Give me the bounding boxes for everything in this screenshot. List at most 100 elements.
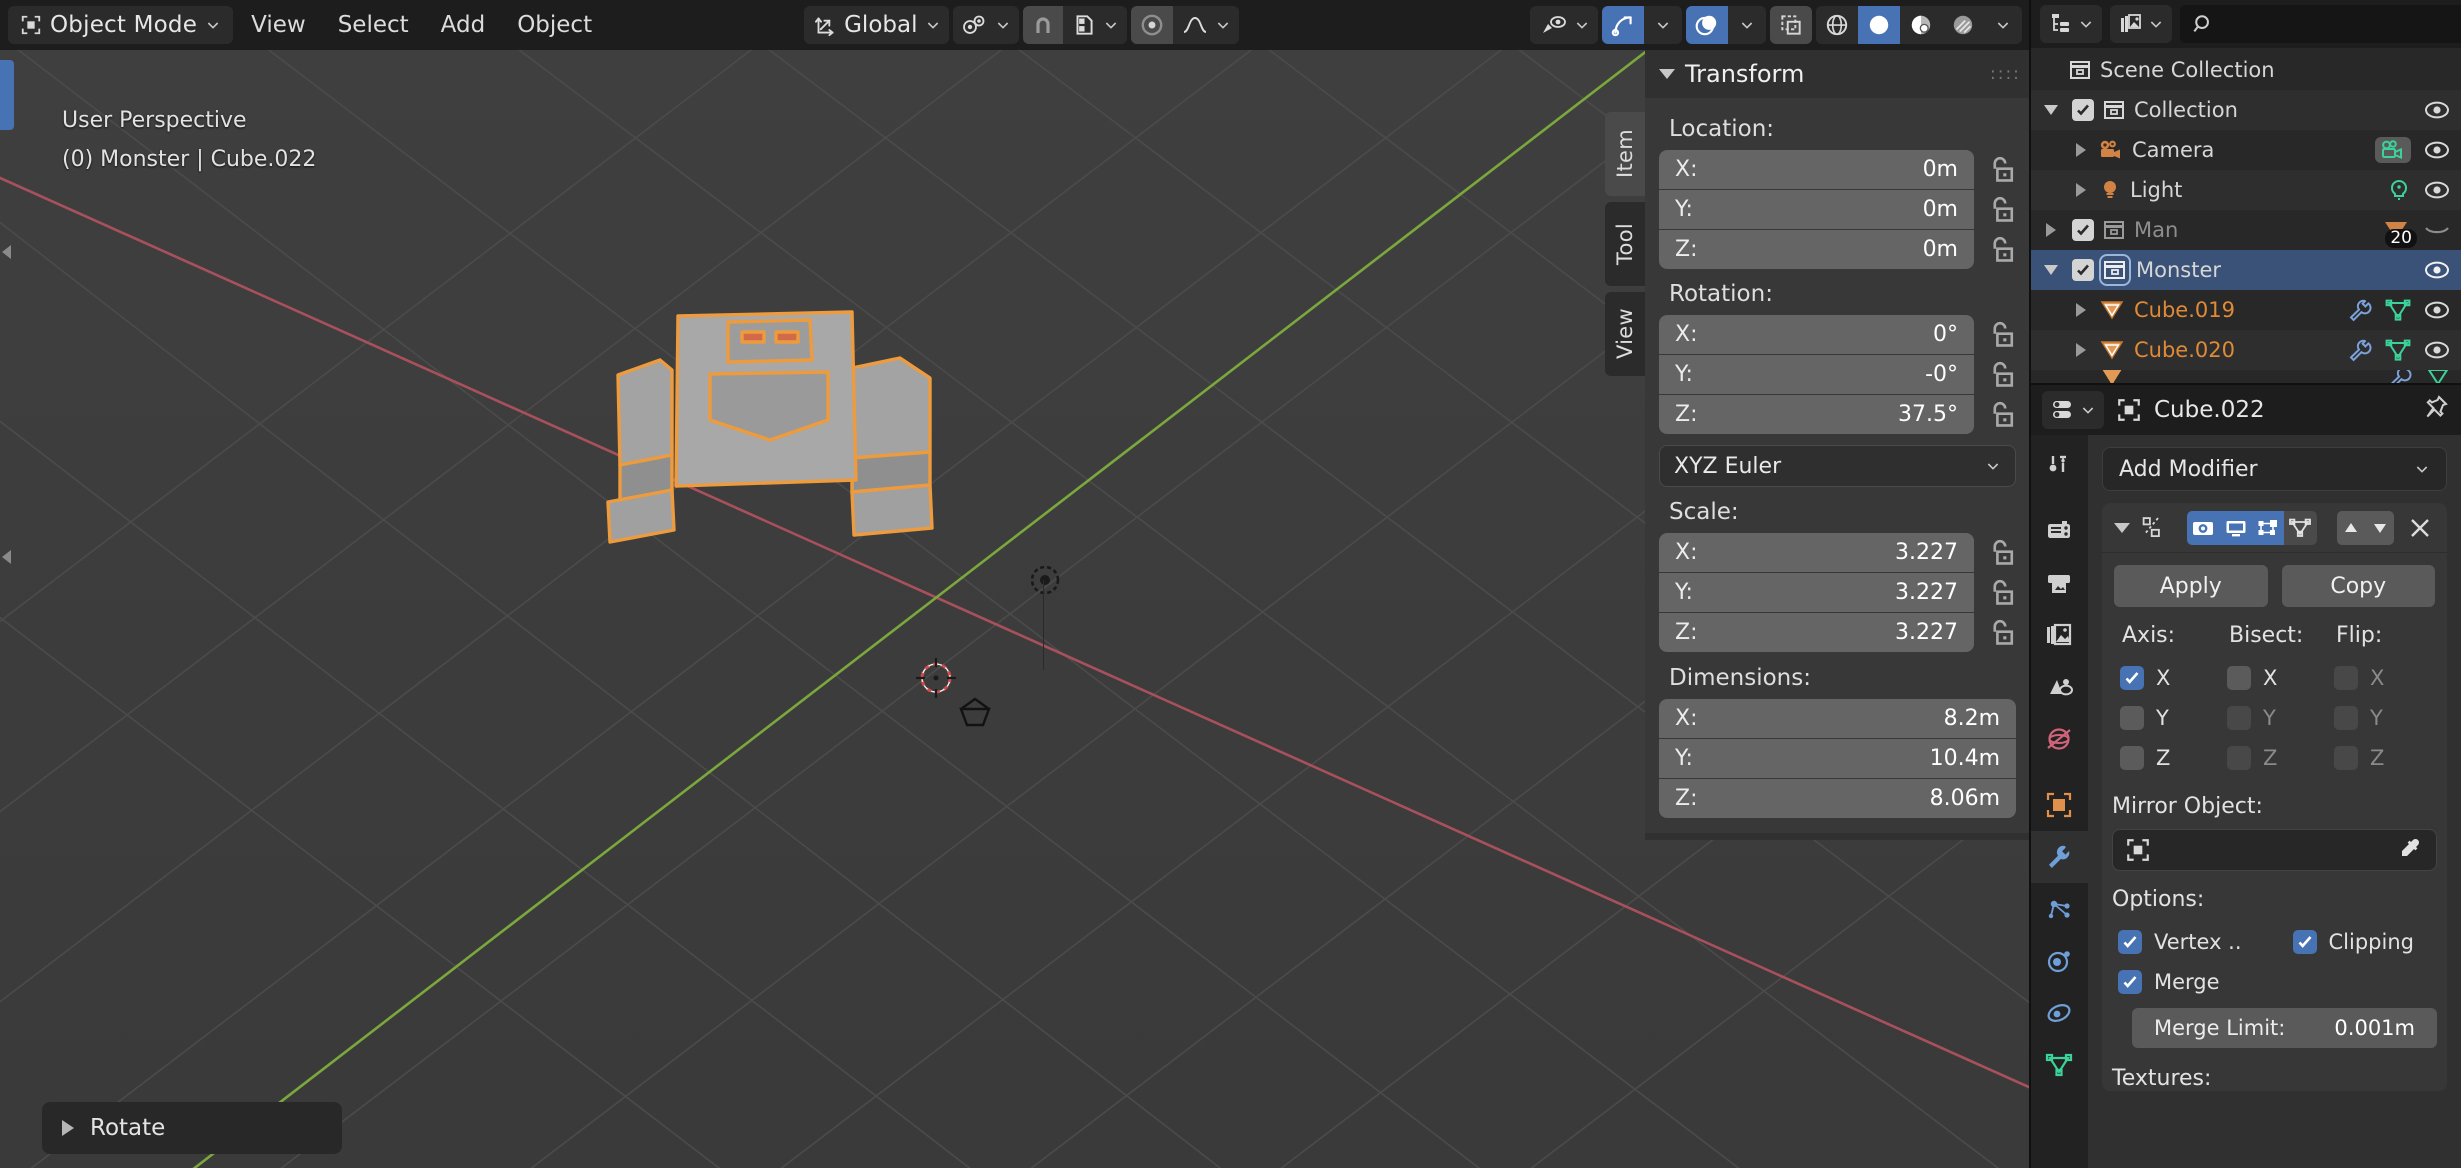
- menu-select[interactable]: Select: [324, 6, 423, 44]
- flip-z-checkbox[interactable]: [2334, 746, 2358, 770]
- collapse-triangle-icon[interactable]: [2114, 522, 2130, 533]
- move-up-button[interactable]: [2336, 510, 2366, 545]
- copy-modifier-button[interactable]: Copy: [2281, 565, 2435, 607]
- modifier-editmode-toggle[interactable]: [2251, 510, 2285, 545]
- outliner-row-collection[interactable]: Collection: [2030, 90, 2461, 130]
- properties-tab-object[interactable]: [2030, 779, 2088, 831]
- lock-icon[interactable]: [1984, 358, 2016, 392]
- menu-add[interactable]: Add: [427, 6, 500, 44]
- eye-icon[interactable]: [2423, 299, 2451, 321]
- eye-icon[interactable]: [2423, 179, 2451, 201]
- properties-tab-scene[interactable]: [2030, 661, 2088, 713]
- outliner-row-cube019[interactable]: Cube.019: [2030, 290, 2461, 330]
- lock-icon[interactable]: [1984, 398, 2016, 432]
- modifier-wrench-icon[interactable]: [2387, 370, 2413, 384]
- eyedropper-icon[interactable]: [2398, 837, 2424, 863]
- shading-rendered-button[interactable]: [1942, 6, 1984, 44]
- object-visibility-group[interactable]: [1530, 6, 1598, 44]
- lock-icon[interactable]: [1984, 536, 2016, 570]
- pivot-point-group[interactable]: [953, 6, 1020, 44]
- location-x-field[interactable]: X: 0m: [1659, 150, 1974, 189]
- disclosure-triangle-icon[interactable]: [2046, 223, 2056, 237]
- eye-icon[interactable]: [2423, 339, 2451, 361]
- mesh-data-icon[interactable]: [2385, 338, 2411, 362]
- clipping-checkbox[interactable]: [2292, 930, 2317, 954]
- merge-limit-field[interactable]: Merge Limit: 0.001m: [2132, 1008, 2437, 1048]
- properties-tab-physics[interactable]: [2030, 935, 2088, 987]
- snapping-group[interactable]: [1023, 6, 1128, 44]
- scale-z-field[interactable]: Z: 3.227: [1659, 613, 1974, 652]
- remove-modifier-button[interactable]: [2404, 511, 2435, 545]
- panel-divider-horizontal[interactable]: [2030, 383, 2461, 385]
- axis-x-checkbox[interactable]: [2120, 666, 2144, 690]
- object-visibility-button[interactable]: [1530, 6, 1598, 44]
- disclosure-triangle-icon[interactable]: [2076, 343, 2086, 357]
- disclosure-triangle-icon[interactable]: [2044, 265, 2058, 275]
- properties-tab-data[interactable]: [2030, 1039, 2088, 1091]
- mesh-object-monster[interactable]: [600, 280, 1000, 580]
- properties-tab-render[interactable]: [2030, 505, 2088, 557]
- proportional-edit-toggle[interactable]: [1131, 6, 1174, 44]
- outliner-row-monster[interactable]: Monster: [2030, 250, 2461, 290]
- collection-checkbox[interactable]: [2072, 259, 2094, 281]
- eye-icon[interactable]: [2423, 259, 2451, 281]
- lock-icon[interactable]: [1984, 233, 2016, 267]
- properties-tab-view-layer[interactable]: [2030, 609, 2088, 661]
- bisect-x-checkbox[interactable]: [2227, 666, 2251, 690]
- camera-data-badge[interactable]: [2375, 137, 2411, 163]
- gizmo-options-button[interactable]: [1644, 6, 1682, 44]
- axis-y-checkbox[interactable]: [2120, 706, 2144, 730]
- pin-button[interactable]: [2421, 394, 2449, 426]
- eye-closed-icon[interactable]: [2423, 219, 2451, 241]
- outliner-row-man[interactable]: Man 20: [2030, 210, 2461, 250]
- outliner-search-input[interactable]: [2224, 12, 2461, 36]
- rotation-y-field[interactable]: Y: -0°: [1659, 355, 1974, 394]
- outliner-row-light[interactable]: Light: [2030, 170, 2461, 210]
- location-z-field[interactable]: Z: 0m: [1659, 230, 1974, 269]
- snap-target-button[interactable]: [1063, 6, 1128, 44]
- bisect-y-checkbox[interactable]: [2227, 706, 2251, 730]
- rotation-x-field[interactable]: X: 0°: [1659, 315, 1974, 354]
- rotation-mode-dropdown[interactable]: XYZ Euler: [1659, 445, 2016, 487]
- properties-tab-particles[interactable]: [2030, 883, 2088, 935]
- transform-orientation-group[interactable]: Global: [804, 6, 950, 44]
- outliner-row-camera[interactable]: Camera: [2030, 130, 2461, 170]
- bisect-z-checkbox[interactable]: [2227, 746, 2251, 770]
- sidebar-tab-tool[interactable]: Tool: [1605, 202, 1645, 286]
- properties-tab-modifiers[interactable]: [2030, 831, 2088, 883]
- toolbar-tab-sliver[interactable]: [0, 60, 14, 130]
- mode-selector[interactable]: Object Mode: [8, 6, 234, 44]
- eye-icon[interactable]: [2423, 99, 2451, 121]
- snap-magnet-toggle[interactable]: [1023, 6, 1064, 44]
- modifier-wrench-icon[interactable]: [2347, 298, 2373, 322]
- axis-z-checkbox[interactable]: [2120, 746, 2144, 770]
- shading-options-button[interactable]: [1984, 6, 2022, 44]
- properties-tab-constraints[interactable]: [2030, 987, 2088, 1039]
- xray-toggle[interactable]: [1770, 6, 1812, 44]
- gizmo-group[interactable]: [1602, 6, 1682, 44]
- pivot-point-button[interactable]: [953, 6, 1020, 44]
- shading-wireframe-button[interactable]: [1816, 6, 1858, 44]
- outliner-filter-button[interactable]: [2110, 5, 2172, 43]
- add-modifier-dropdown[interactable]: Add Modifier: [2102, 447, 2447, 491]
- properties-tab-output[interactable]: [2030, 557, 2088, 609]
- mesh-data-icon[interactable]: [2425, 370, 2451, 384]
- proportional-falloff-button[interactable]: [1173, 6, 1240, 44]
- lock-icon[interactable]: [1984, 193, 2016, 227]
- xray-group[interactable]: [1770, 6, 1812, 44]
- disclosure-triangle-icon[interactable]: [2076, 183, 2086, 197]
- toolbar-expand-arrow[interactable]: [2, 245, 11, 259]
- apply-modifier-button[interactable]: Apply: [2114, 565, 2268, 607]
- modifier-wrench-icon[interactable]: [2347, 338, 2373, 362]
- collection-checkbox[interactable]: [2072, 219, 2094, 241]
- vertex-groups-checkbox[interactable]: [2118, 930, 2142, 954]
- dimensions-x-field[interactable]: X: 8.2m: [1659, 699, 2016, 738]
- gizmo-toggle[interactable]: [1602, 6, 1644, 44]
- rotation-z-field[interactable]: Z: 37.5°: [1659, 395, 1974, 434]
- proportional-edit-group[interactable]: [1131, 6, 1240, 44]
- outliner-search-box[interactable]: [2180, 5, 2461, 43]
- flip-x-checkbox[interactable]: [2334, 666, 2358, 690]
- collection-checkbox[interactable]: [2072, 99, 2094, 121]
- outliner-row-scene-collection[interactable]: Scene Collection: [2030, 50, 2461, 90]
- lock-icon[interactable]: [1984, 318, 2016, 352]
